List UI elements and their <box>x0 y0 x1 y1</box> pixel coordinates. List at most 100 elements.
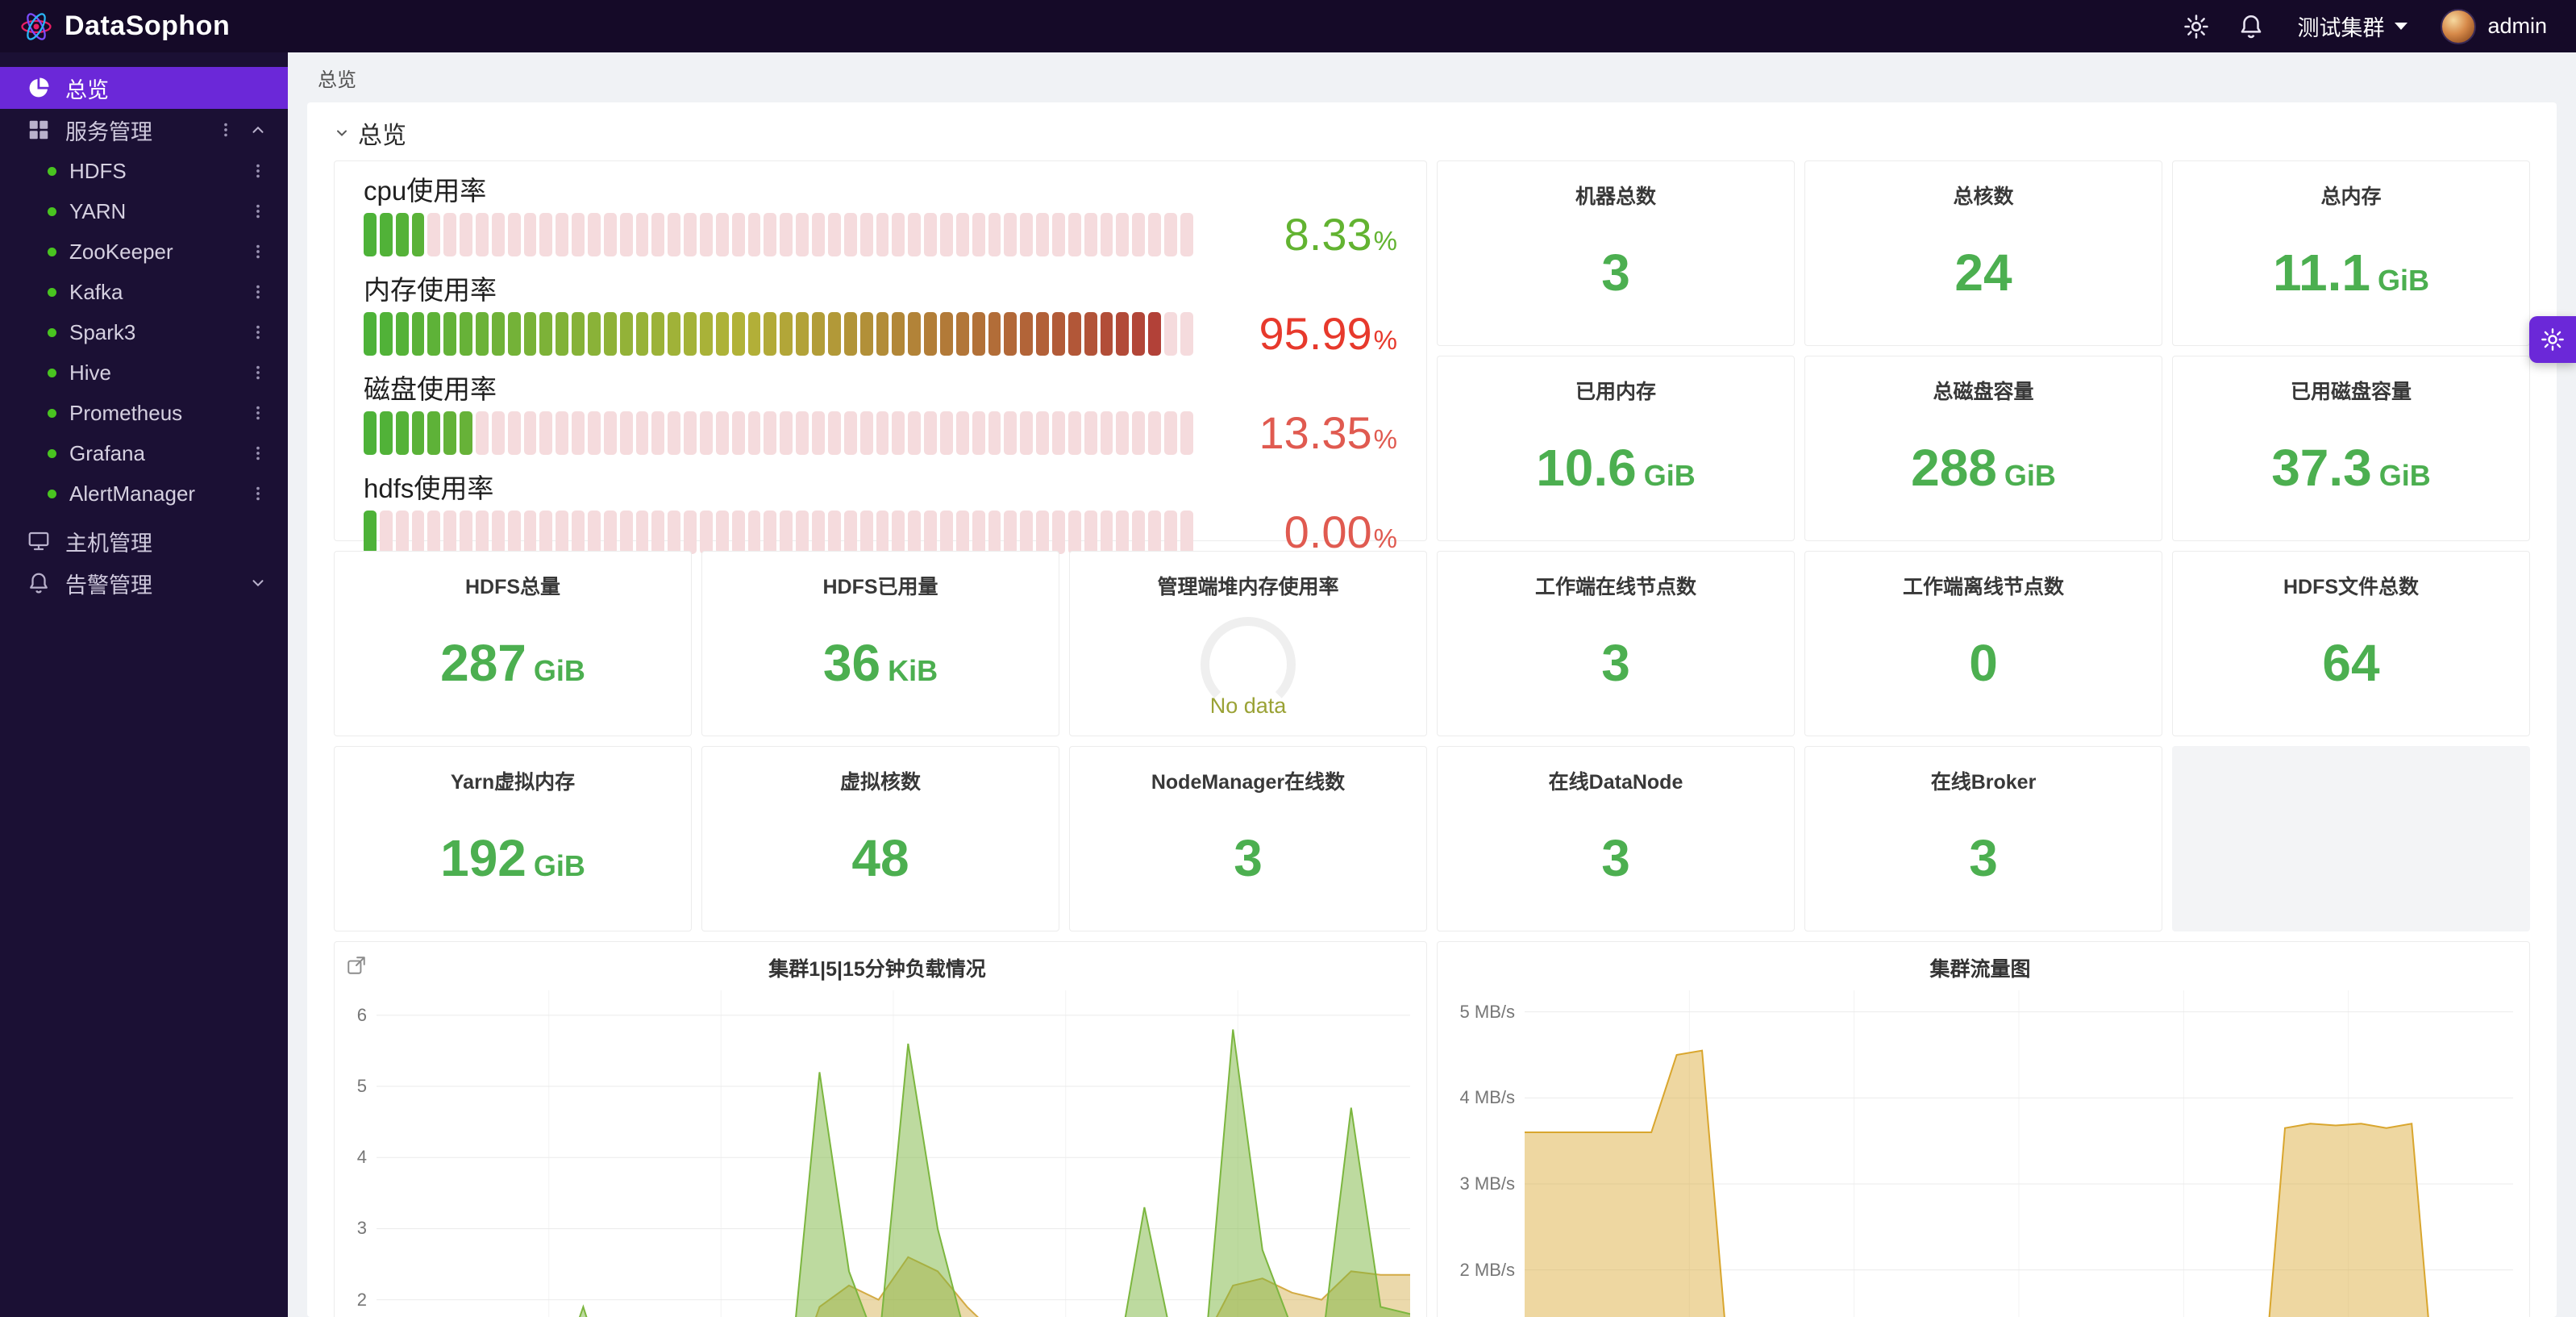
stat-card-title: Yarn虚拟内存 <box>450 771 576 794</box>
sidebar-item-kafka[interactable]: Kafka <box>0 272 288 312</box>
cluster-selector[interactable]: 测试集群 <box>2297 10 2408 42</box>
gauge-segment <box>1180 411 1193 455</box>
stat-card: 总核数 24 <box>1804 160 2162 346</box>
more-icon[interactable] <box>217 121 235 139</box>
sidebar-item-grafana[interactable]: Grafana <box>0 433 288 473</box>
gauge-segment <box>1036 510 1049 554</box>
more-icon[interactable] <box>249 485 267 502</box>
y-axis-tick-label: 4 <box>356 1147 367 1168</box>
gauge-bar <box>364 311 1193 356</box>
chevron-up-icon[interactable] <box>249 121 267 139</box>
gauge-segment <box>684 411 697 455</box>
gauge-segment <box>859 311 873 356</box>
user-avatar[interactable] <box>2441 8 2477 44</box>
gauge-segment <box>876 411 889 455</box>
gauge-segment <box>1180 510 1193 554</box>
sidebar-item-hdfs[interactable]: HDFS <box>0 151 288 191</box>
appstore-icon <box>29 120 48 140</box>
traffic-chart-plot <box>1525 990 2513 1317</box>
gauge-segment <box>1148 212 1161 256</box>
more-icon[interactable] <box>249 404 267 422</box>
stat-card-value: 3 <box>1969 829 1998 887</box>
gauge-segment <box>395 311 409 356</box>
more-icon[interactable] <box>249 162 267 180</box>
stat-card-title: 已用磁盘容量 <box>2290 381 2412 403</box>
more-icon[interactable] <box>249 364 267 381</box>
gauge-segment <box>523 411 537 455</box>
gauge-segment <box>588 411 601 455</box>
load-chart-card: 集群1|5|15分钟负载情况 123456 <box>334 941 1427 1317</box>
more-icon[interactable] <box>249 444 267 462</box>
traffic-chart-card: 集群流量图 1 MB/s2 MB/s3 MB/s4 MB/s5 MB/s <box>1437 941 2530 1317</box>
stat-card-title: 在线Broker <box>1930 771 2037 794</box>
gauge-segment <box>747 212 761 256</box>
gauge-segment <box>988 311 1001 356</box>
y-axis-tick-label: 3 MB/s <box>1459 1173 1515 1194</box>
overview-section-toggle[interactable]: 总览 <box>334 117 2530 149</box>
gauge-segment <box>588 212 601 256</box>
stat-card-title: 虚拟核数 <box>839 771 921 794</box>
gauge-segment <box>668 212 681 256</box>
sidebar-item-zookeeper[interactable]: ZooKeeper <box>0 231 288 272</box>
gauge-segment <box>1084 411 1097 455</box>
gauge-segment <box>731 311 745 356</box>
no-data-label: No data <box>1209 694 1287 718</box>
gauge-segment <box>859 510 873 554</box>
stat-card-value: 3 <box>1601 634 1630 692</box>
gauge-segment <box>812 411 825 455</box>
service-status-dot <box>48 327 56 337</box>
gauge-segment <box>1036 212 1049 256</box>
stat-card: 总内存 11.1 GiB <box>2172 160 2530 346</box>
gauge-segment <box>876 212 889 256</box>
gauge-segment <box>780 212 793 256</box>
service-label: ZooKeeper <box>69 239 173 264</box>
service-label: Prometheus <box>69 400 183 425</box>
sidebar-item-hive[interactable]: Hive <box>0 352 288 393</box>
sidebar-item-spark3[interactable]: Spark3 <box>0 312 288 352</box>
gauge-segment <box>924 510 937 554</box>
service-label: YARN <box>69 198 127 223</box>
more-icon[interactable] <box>249 323 267 341</box>
gauge-segment <box>812 510 825 554</box>
gauge-segment <box>1020 510 1034 554</box>
stat-card-value: 3 <box>1601 829 1630 887</box>
sidebar-item-overview[interactable]: 总览 <box>0 67 288 109</box>
gauge-segment <box>843 311 857 356</box>
gauge-value: 95.99% <box>1259 308 1397 359</box>
alert-bell-icon[interactable] <box>2237 13 2265 40</box>
open-in-new-icon[interactable] <box>346 955 367 976</box>
heap-usage-donut: No data <box>1201 617 1296 718</box>
service-label: Spark3 <box>69 319 136 344</box>
sidebar-item-prometheus[interactable]: Prometheus <box>0 393 288 433</box>
empty-card <box>2172 746 2530 931</box>
sidebar-item-label: 告警管理 <box>65 573 152 598</box>
floating-settings-button[interactable] <box>2529 316 2576 363</box>
gauge-segment <box>1116 411 1130 455</box>
gauge-segment <box>859 212 873 256</box>
gauge-segment <box>379 311 393 356</box>
pie-chart-icon <box>29 77 49 98</box>
gauge-value: 8.33% <box>1284 209 1397 260</box>
more-icon[interactable] <box>249 243 267 260</box>
gauge-segment <box>411 510 425 554</box>
sidebar-item-service-management[interactable]: 服务管理 <box>0 109 288 151</box>
settings-gear-icon[interactable] <box>2183 13 2210 40</box>
sidebar-item-yarn[interactable]: YARN <box>0 191 288 231</box>
dashboard-grid: cpu使用率 8.33% 内存使用率 95.99% 磁盘使用率 13.35% hdfs使用率… <box>334 160 2530 1317</box>
username-label: admin <box>2487 14 2547 38</box>
sidebar-item-alert-management[interactable]: 告警管理 <box>0 562 288 604</box>
chevron-down-icon[interactable] <box>249 574 267 592</box>
gauge-bar <box>364 212 1193 256</box>
overview-panel: 总览 cpu使用率 8.33% 内存使用率 95.99% 磁盘使用率 13.35% hdfs… <box>307 102 2557 1317</box>
sidebar-item-alertmanager[interactable]: AlertManager <box>0 473 288 514</box>
gauge-segment <box>684 311 697 356</box>
gauge-segment <box>1051 212 1065 256</box>
gauge-segment <box>700 311 713 356</box>
more-icon[interactable] <box>249 202 267 220</box>
sidebar-item-host-management[interactable]: 主机管理 <box>0 520 288 562</box>
stat-card-value: 11.1 GiB <box>2272 244 2430 302</box>
more-icon[interactable] <box>249 283 267 301</box>
service-list: HDFS YARN ZooKeeper Kafka Spark3 Hive Promethe… <box>0 151 288 514</box>
stat-card: HDFS已用量 36 KiB <box>701 551 1059 736</box>
gauge-segment <box>572 411 585 455</box>
